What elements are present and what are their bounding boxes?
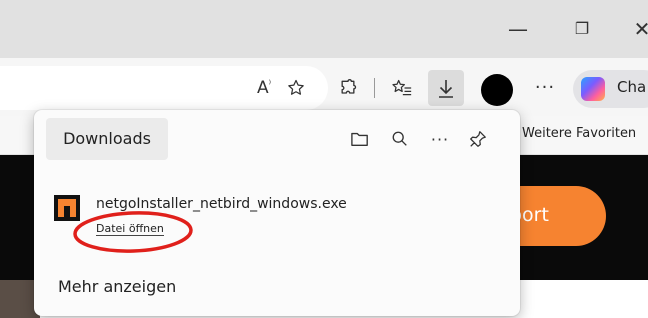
title-bar	[0, 0, 648, 58]
pin-icon[interactable]	[463, 124, 493, 154]
more-options-icon[interactable]: ···	[425, 124, 455, 154]
downloads-title: Downloads	[46, 118, 168, 160]
toolbar-separator	[374, 78, 375, 98]
favorites-icon[interactable]	[384, 70, 420, 106]
copilot-button[interactable]: Cha	[573, 70, 648, 108]
search-icon[interactable]	[385, 124, 415, 154]
restore-button[interactable]: ❐	[562, 14, 602, 44]
read-aloud-icon[interactable]: A ⁾	[246, 70, 282, 106]
read-aloud-label: A	[256, 78, 269, 98]
close-button[interactable]: ✕	[622, 14, 648, 44]
settings-more-icon[interactable]: ···	[530, 70, 560, 106]
copilot-icon	[581, 77, 605, 101]
open-folder-icon[interactable]	[345, 124, 375, 154]
download-icon[interactable]	[428, 70, 464, 106]
other-favorites-link[interactable]: Weitere Favoriten	[522, 126, 636, 141]
favorite-star-icon[interactable]	[278, 70, 314, 106]
minimize-button[interactable]: —	[498, 14, 538, 44]
profile-avatar[interactable]	[481, 74, 513, 106]
show-more-link[interactable]: Mehr anzeigen	[58, 277, 176, 296]
extensions-icon[interactable]	[330, 70, 366, 106]
copilot-label: Cha	[617, 78, 647, 96]
annotation-circle	[73, 211, 193, 253]
